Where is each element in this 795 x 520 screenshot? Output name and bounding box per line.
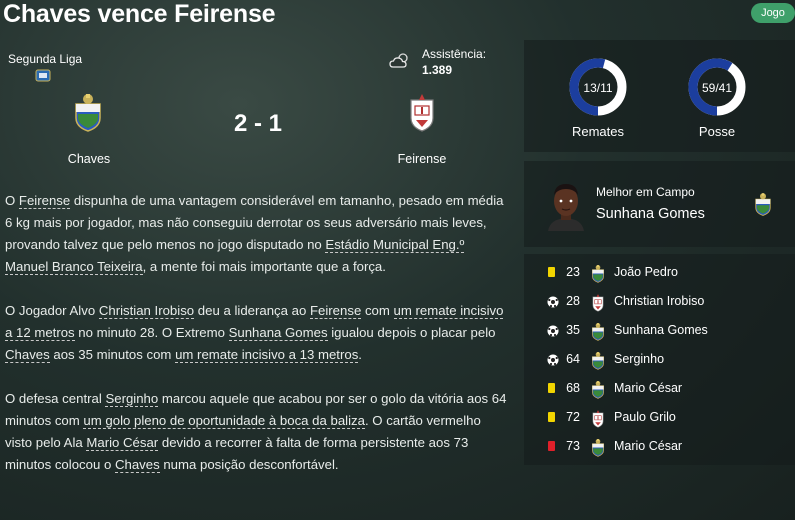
event-minute: 68 [566,381,580,395]
report-paragraph: O Feirense dispunha de uma vantagem cons… [5,193,504,275]
cloud-icon [389,52,411,75]
competition-name[interactable]: Segunda Liga [8,52,82,66]
yellow-card-icon [548,412,555,422]
team-crest-icon [591,322,605,341]
match-report: O Feirense dispunha de uma vantagem cons… [5,190,510,498]
event-minute: 72 [566,410,580,424]
event-player[interactable]: Mario César [614,381,682,395]
team-crest-icon [591,264,605,283]
event-row[interactable]: 73 Mario César [524,433,795,462]
ball-icon [547,354,559,366]
possession-label: Posse [698,124,736,139]
event-minute: 28 [566,294,580,308]
event-row[interactable]: 64 Serginho [524,346,795,375]
team-link[interactable]: Feirense [309,303,362,319]
goal-highlight-link[interactable]: um remate incisivo a 13 metros [175,347,359,363]
event-row[interactable]: 72 Paulo Grilo [524,404,795,433]
yellow-card-icon [548,383,555,393]
motm-player-name[interactable]: Sunhana Gomes [596,206,705,222]
event-player[interactable]: Mario César [614,439,682,453]
match-score: 2 - 1 [233,110,283,137]
event-row[interactable]: 28 Christian Irobiso [524,288,795,317]
player-avatar [546,181,586,236]
home-team-name[interactable]: Chaves [29,152,149,166]
ball-icon [547,296,559,308]
team-link[interactable]: Chaves [5,347,50,363]
event-minute: 23 [566,265,580,279]
player-link[interactable]: Sunhana Gomes [228,325,328,341]
event-player[interactable]: João Pedro [614,265,678,279]
away-team-name[interactable]: Feirense [362,152,482,166]
event-row[interactable]: 68 Mario César [524,375,795,404]
away-team-crest[interactable] [407,92,437,137]
event-minute: 64 [566,352,580,366]
event-player[interactable]: Sunhana Gomes [614,323,708,337]
team-link[interactable]: Chaves [114,457,160,473]
event-row[interactable]: 23 João Pedro [524,259,795,288]
yellow-card-icon [548,267,555,277]
event-player[interactable]: Paulo Grilo [614,410,676,424]
team-crest-icon [591,351,605,370]
report-paragraph: O defesa central Serginho marcou aquele … [5,391,507,473]
match-status-badge[interactable]: Jogo [751,3,795,23]
event-minute: 35 [566,323,580,337]
home-team-crest[interactable] [73,92,103,137]
match-events-panel: 23 João Pedro 28 Christian Irobiso 35 Su… [524,254,795,465]
attendance-value: 1.389 [422,63,453,77]
player-link[interactable]: Mario César [86,435,159,451]
shots-value: 13/11 [583,81,613,95]
motm-team-crest [754,192,772,221]
event-player[interactable]: Serginho [614,352,664,366]
event-minute: 73 [566,439,580,453]
player-link[interactable]: Christian Irobiso [98,303,195,319]
man-of-the-match-panel[interactable]: Melhor em Campo Sunhana Gomes [524,161,795,247]
team-crest-icon [591,409,605,428]
shots-label: Remates [571,124,625,139]
motm-label: Melhor em Campo [596,185,695,199]
event-player[interactable]: Christian Irobiso [614,294,704,308]
attendance-label: Assistência: [422,47,487,61]
team-crest-icon [591,380,605,399]
red-card-icon [548,441,555,451]
ball-icon [547,325,559,337]
competition-logo [35,69,51,88]
team-crest-icon [591,293,605,312]
team-link[interactable]: Feirense [18,193,71,209]
page-title: Chaves vence Feirense [3,0,276,28]
report-paragraph: O Jogador Alvo Christian Irobiso deu a l… [5,303,504,363]
match-stats-panel: 13/11 Remates 59/41 Posse [524,40,795,152]
player-link[interactable]: Serginho [105,391,159,407]
team-crest-icon [591,438,605,457]
goal-highlight-link[interactable]: um golo pleno de oportunidade à boca da … [83,413,365,429]
possession-value: 59/41 [701,81,733,95]
event-row[interactable]: 35 Sunhana Gomes [524,317,795,346]
